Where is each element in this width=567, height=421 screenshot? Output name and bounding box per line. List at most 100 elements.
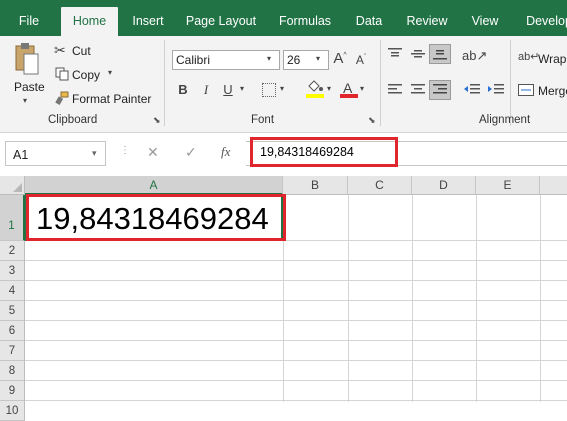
row-header-5[interactable]: 5 <box>0 301 25 321</box>
underline-chevron-down-icon[interactable]: ▾ <box>240 84 244 93</box>
formula-bar-area: A1 ▾ ⋮ ✕ ✓ fx 19,84318469284 <box>0 133 567 175</box>
chevron-down-icon[interactable]: ▾ <box>280 84 284 93</box>
align-right-button[interactable] <box>429 80 451 100</box>
tab-view[interactable]: View <box>462 0 508 36</box>
separator <box>380 40 381 126</box>
row-header-3[interactable]: 3 <box>0 261 25 281</box>
gridline <box>25 260 567 261</box>
row-header-4[interactable]: 4 <box>0 281 25 301</box>
align-right-icon <box>433 84 447 94</box>
fill-color-button[interactable] <box>306 80 326 100</box>
ribbon: Paste ▾ ✂ Cut Copy ▾ Format Painter Clip… <box>0 36 567 133</box>
fill-color-bar <box>306 94 324 98</box>
cancel-icon[interactable]: ✕ <box>147 144 159 161</box>
tab-developer[interactable]: Develop <box>514 0 567 36</box>
tab-data[interactable]: Data <box>345 0 393 36</box>
tab-home[interactable]: Home <box>61 7 118 36</box>
enter-check-icon[interactable]: ✓ <box>185 144 197 161</box>
align-bottom-button[interactable] <box>429 44 451 64</box>
underline-button[interactable]: U <box>222 82 234 97</box>
chevron-down-icon: ▾ <box>23 96 28 105</box>
align-bottom-icon <box>433 50 447 60</box>
tab-review[interactable]: Review <box>397 0 457 36</box>
font-group-label: Font <box>251 114 275 126</box>
paste-button[interactable]: Paste ▾ <box>6 40 48 110</box>
name-box-value: A1 <box>13 148 29 162</box>
tab-file[interactable]: File <box>0 0 58 36</box>
separator <box>164 40 165 126</box>
clipboard-group-label: Clipboard <box>48 114 98 126</box>
tab-insert[interactable]: Insert <box>122 0 174 36</box>
tab-page-layout[interactable]: Page Layout <box>178 0 264 36</box>
italic-button[interactable]: I <box>200 82 212 98</box>
chevron-down-icon: ▾ <box>316 54 321 63</box>
column-header-a[interactable]: A <box>25 176 283 195</box>
increase-font-icon: A <box>333 50 344 67</box>
row-header-10[interactable]: 10 <box>0 401 25 421</box>
merge-cells-icon <box>518 84 534 96</box>
gridline <box>25 320 567 321</box>
row-header-8[interactable]: 8 <box>0 361 25 381</box>
gridline <box>25 400 567 401</box>
gridline <box>25 340 567 341</box>
increase-indent-icon[interactable] <box>488 84 504 96</box>
copy-button[interactable]: Copy ▾ <box>52 66 120 84</box>
align-center-icon[interactable] <box>411 84 425 96</box>
tab-formulas[interactable]: Formulas <box>268 0 342 36</box>
decrease-font-size-button[interactable]: Aˇ <box>354 53 368 67</box>
row-header-6[interactable]: 6 <box>0 321 25 341</box>
gridline <box>25 300 567 301</box>
chevron-down-icon[interactable]: ▾ <box>327 84 331 93</box>
wrap-text-button[interactable]: ab↵ Wrap <box>518 50 567 68</box>
drag-handle-icon[interactable]: ⋮ <box>120 145 130 156</box>
align-top-icon[interactable] <box>388 48 402 60</box>
merge-center-button[interactable]: Merge <box>518 82 567 100</box>
clipboard-dialog-launcher-icon[interactable]: ⬊ <box>153 116 162 125</box>
insert-function-button[interactable]: fx <box>221 144 230 160</box>
font-color-button[interactable]: A <box>340 80 358 100</box>
chevron-down-icon[interactable]: ▾ <box>360 84 364 93</box>
orientation-icon[interactable]: ab↗ <box>462 48 487 64</box>
row-header-1[interactable]: 1 <box>0 195 25 241</box>
gridline <box>540 195 541 402</box>
row-header-2[interactable]: 2 <box>0 241 25 261</box>
row-header-7[interactable]: 7 <box>0 341 25 361</box>
font-size-combobox[interactable]: 26 ▾ <box>283 50 329 70</box>
column-header-e[interactable]: E <box>476 176 540 195</box>
font-size-value: 26 <box>287 53 301 67</box>
borders-icon[interactable] <box>262 83 276 97</box>
formula-content: 19,84318469284 <box>260 145 354 159</box>
cut-label: Cut <box>72 44 91 58</box>
font-name-combobox[interactable]: Calibri ▾ <box>172 50 280 70</box>
wrap-text-icon: ab↵ <box>518 51 540 63</box>
column-header-c[interactable]: C <box>348 176 412 195</box>
select-all-corner[interactable] <box>0 176 25 195</box>
chevron-down-icon: ▾ <box>92 148 97 158</box>
font-dialog-launcher-icon[interactable]: ⬊ <box>368 116 377 125</box>
decrease-indent-icon[interactable] <box>464 84 480 96</box>
format-painter-label: Format Painter <box>72 92 152 106</box>
copy-label: Copy <box>72 68 101 82</box>
name-box[interactable]: A1 ▾ <box>5 141 106 166</box>
font-name-value: Calibri <box>176 53 211 67</box>
cell-a1-highlight-box: 19,84318469284 <box>26 194 286 241</box>
merge-center-label: Merge <box>538 84 567 98</box>
column-header-b[interactable]: B <box>283 176 348 195</box>
gridline <box>348 195 349 402</box>
column-header-d[interactable]: D <box>412 176 476 195</box>
scissors-icon: ✂ <box>54 42 66 58</box>
wrap-text-label: Wrap <box>538 52 567 66</box>
chevron-down-icon: ▾ <box>267 54 272 63</box>
align-left-icon[interactable] <box>388 84 402 96</box>
increase-font-size-button[interactable]: A^ <box>332 50 348 67</box>
align-middle-icon[interactable] <box>411 48 425 60</box>
format-painter-button[interactable]: Format Painter <box>52 90 156 108</box>
paste-icon <box>15 43 39 75</box>
formula-highlight-box: 19,84318469284 <box>250 137 398 167</box>
paintbrush-icon <box>55 91 69 105</box>
bold-button[interactable]: B <box>177 82 189 97</box>
cut-button[interactable]: ✂ Cut <box>52 42 100 60</box>
paste-label: Paste <box>14 80 45 94</box>
row-header-9[interactable]: 9 <box>0 381 25 401</box>
column-header-f[interactable] <box>540 176 567 195</box>
